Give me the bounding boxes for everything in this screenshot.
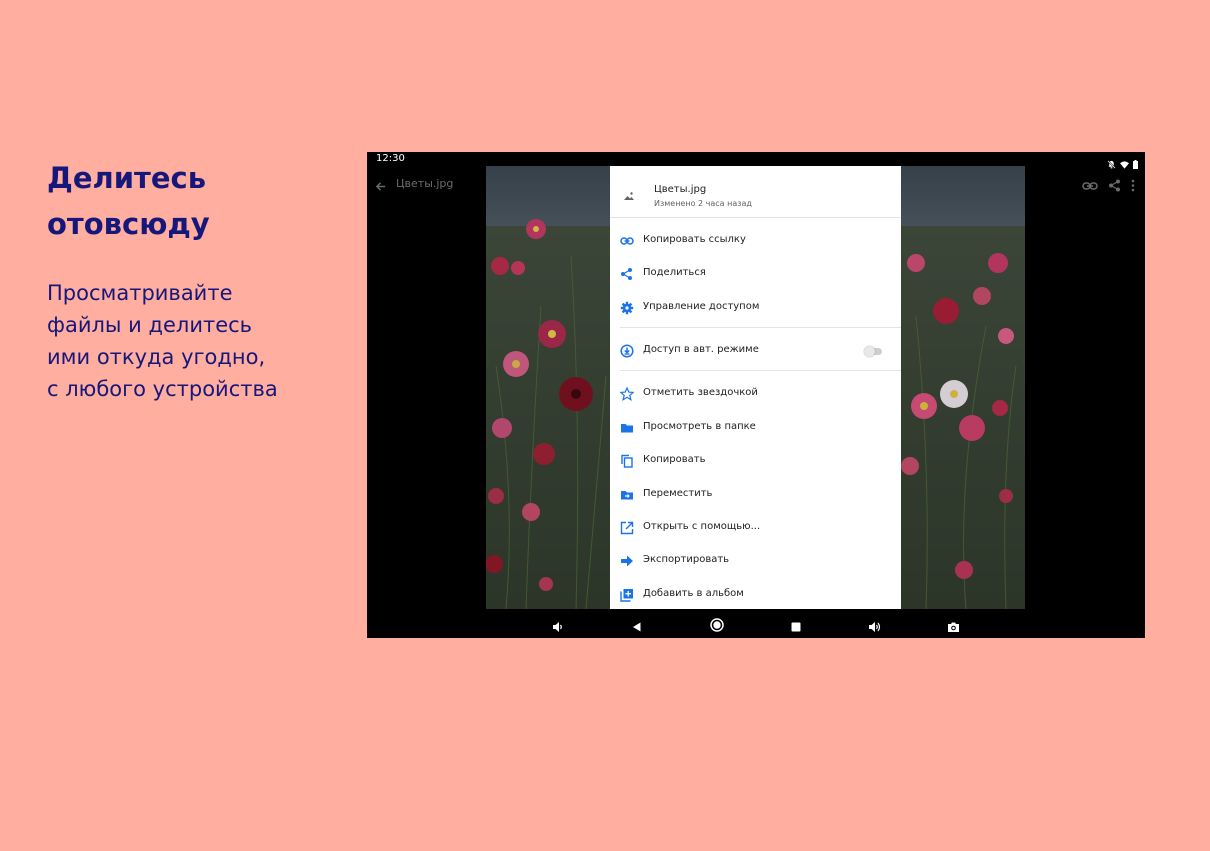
file-title: Цветы.jpg: [396, 177, 454, 190]
menu-item-export[interactable]: Экспортировать: [610, 546, 901, 576]
move-folder-icon: [620, 487, 634, 501]
menu-item-label: Копировать ссылку: [643, 234, 746, 245]
menu-item-label: Поделиться: [643, 267, 706, 278]
menu-item-label: Управление доступом: [643, 301, 760, 312]
menu-item-label: Копировать: [643, 454, 706, 465]
back-icon[interactable]: [631, 618, 643, 632]
sheet-header: Цветы.jpg Изменено 2 часа назад: [610, 166, 901, 218]
home-icon[interactable]: [710, 617, 724, 632]
promo-title: Делитесь отовсюду: [47, 155, 327, 247]
share-icon: [620, 266, 634, 280]
status-bar: 12:30: [367, 152, 1145, 169]
menu-item-share[interactable]: Поделиться: [610, 259, 901, 289]
menu-item-offline-access[interactable]: Доступ в авт. режиме: [610, 336, 901, 366]
status-time: 12:30: [376, 153, 405, 164]
notifications-off-icon: [1107, 154, 1116, 173]
export-icon: [620, 553, 634, 567]
back-arrow-icon[interactable]: [375, 177, 386, 196]
promo-text-line-1: Просматривайте: [47, 281, 233, 305]
promo-title-line-2: отовсюду: [47, 207, 210, 241]
offline-toggle-switch[interactable]: [864, 346, 882, 357]
link-icon[interactable]: [1082, 177, 1098, 196]
system-nav-bar: [367, 609, 1145, 638]
menu-item-label: Экспортировать: [643, 554, 730, 565]
wifi-icon: [1120, 154, 1129, 173]
folder-icon: [620, 420, 634, 434]
menu-item-label: Переместить: [643, 488, 713, 499]
promo-text-line-2: файлы и делитесь: [47, 313, 253, 337]
open-with-icon: [620, 520, 634, 535]
menu-item-copy[interactable]: Копировать: [610, 446, 901, 476]
sheet-file-name: Цветы.jpg: [654, 184, 707, 195]
sheet-file-meta: Изменено 2 часа назад: [654, 199, 752, 208]
promo-text-line-3: ими откуда угодно,: [47, 345, 266, 369]
recents-icon[interactable]: [790, 618, 802, 632]
share-icon[interactable]: [1108, 177, 1121, 196]
menu-item-open-with[interactable]: Открыть с помощью...: [610, 513, 901, 543]
star-icon: [619, 386, 635, 401]
add-to-album-icon: [620, 587, 634, 602]
menu-item-copy-link[interactable]: Копировать ссылку: [610, 226, 901, 256]
more-vert-icon[interactable]: [1131, 177, 1135, 196]
copy-icon: [620, 453, 634, 468]
menu-divider: [620, 327, 901, 328]
promo-text-line-4: с любого устройства: [47, 377, 278, 401]
offline-icon: [620, 343, 634, 358]
link-icon: [620, 233, 634, 247]
volume-down-icon[interactable]: [552, 618, 564, 632]
menu-item-add-to-album[interactable]: Добавить в альбом: [610, 580, 901, 609]
menu-item-label: Доступ в авт. режиме: [643, 344, 759, 355]
menu-item-label: Просмотреть в папке: [643, 421, 756, 432]
image-file-icon: [623, 187, 635, 206]
menu-item-star[interactable]: Отметить звездочкой: [610, 379, 901, 409]
status-icons: [1107, 154, 1138, 173]
toggle-thumb: [864, 346, 875, 357]
menu-item-manage-access[interactable]: Управление доступом: [610, 293, 901, 323]
menu-divider: [620, 370, 901, 371]
menu-item-label: Отметить звездочкой: [643, 387, 758, 398]
promo-title-line-1: Делитесь: [47, 161, 207, 195]
menu-item-label: Открыть с помощью...: [643, 521, 761, 532]
menu-item-move[interactable]: Переместить: [610, 480, 901, 510]
device-screen: 12:30 Цветы.jpg Цветы.jpg Изменено 2 час…: [367, 152, 1145, 638]
actions-bottom-sheet: Цветы.jpg Изменено 2 часа назад Копирова…: [610, 166, 901, 609]
gear-icon: [620, 300, 634, 315]
top-actions: [1082, 177, 1135, 196]
promo-description: Просматривайте файлы и делитесь ими откуда…: [47, 277, 337, 405]
menu-item-show-in-folder[interactable]: Просмотреть в папке: [610, 413, 901, 443]
volume-up-icon[interactable]: [868, 618, 881, 632]
battery-icon: [1133, 154, 1138, 173]
menu-item-label: Добавить в альбом: [643, 588, 744, 599]
camera-icon[interactable]: [947, 618, 959, 632]
